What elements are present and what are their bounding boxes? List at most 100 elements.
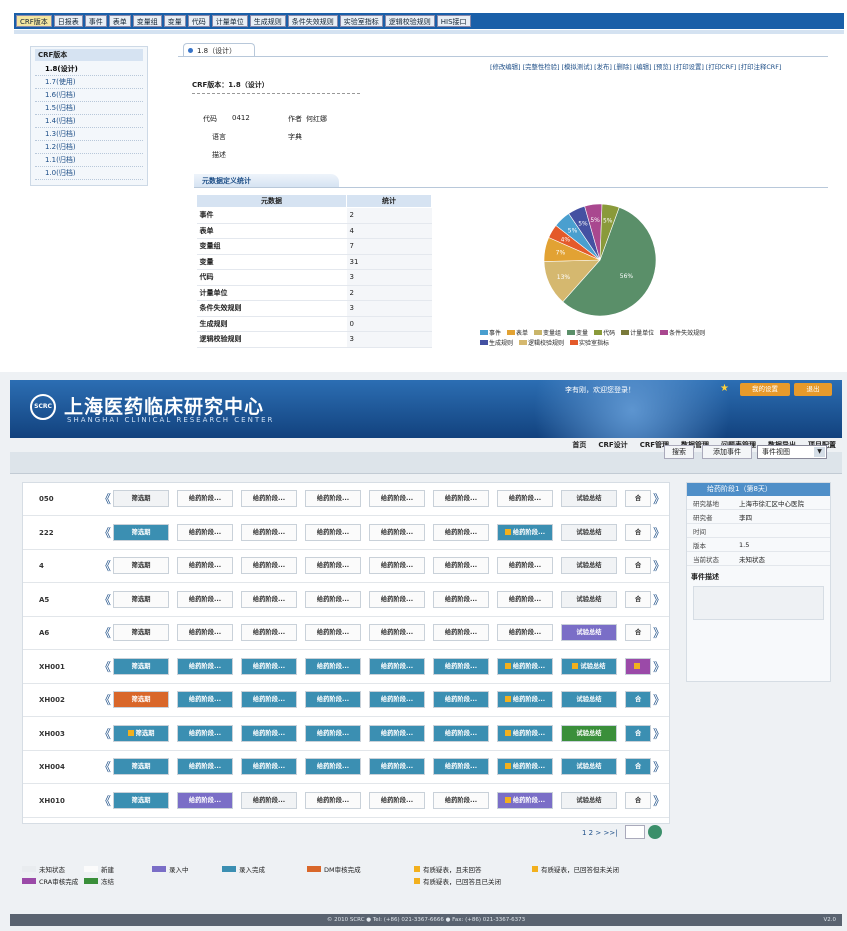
visit-cell[interactable]: 给药阶段... xyxy=(433,758,489,775)
visit-cell[interactable]: 试验总结 xyxy=(561,557,617,574)
tree-header[interactable]: CRF版本 xyxy=(35,49,143,61)
visit-cell[interactable]: 给药阶段... xyxy=(369,590,425,608)
visit-cell[interactable]: 给药阶段... xyxy=(305,758,361,775)
subject-id[interactable]: 222 xyxy=(39,529,54,537)
visit-cell[interactable]: 给药阶段... xyxy=(305,557,361,574)
visit-cell[interactable]: 给药阶段... xyxy=(497,590,553,608)
visit-cell[interactable]: 给药阶段... xyxy=(177,557,233,574)
subject-id[interactable]: A5 xyxy=(39,596,49,604)
subject-id[interactable]: XH004 xyxy=(39,763,65,771)
visit-cell[interactable]: 试验总结 xyxy=(561,590,617,608)
visit-cell[interactable]: 给药阶段... xyxy=(305,624,361,641)
visit-cell[interactable]: 合 xyxy=(625,691,651,708)
visit-cell[interactable]: 给药阶段... xyxy=(177,590,233,608)
chevron-down-icon[interactable]: ▼ xyxy=(814,447,825,457)
visit-cell[interactable]: 给药阶段... xyxy=(433,523,489,541)
visit-cell[interactable]: 给药阶段... xyxy=(497,791,553,809)
subject-id[interactable]: 050 xyxy=(39,495,54,503)
visit-cell[interactable]: 给药阶段... xyxy=(177,758,233,775)
tab-0[interactable]: CRF版本 xyxy=(16,15,52,27)
visit-cell[interactable]: 给药阶段... xyxy=(433,724,489,742)
tab-9[interactable]: 条件失效规则 xyxy=(287,15,338,27)
visit-cell[interactable]: 给药阶段... xyxy=(177,691,233,708)
visit-cell[interactable]: 筛选期 xyxy=(113,490,169,507)
visit-cell[interactable]: 合 xyxy=(625,758,651,775)
visit-cell[interactable]: 筛选期 xyxy=(113,791,169,809)
visit-cell[interactable]: 给药阶段... xyxy=(241,557,297,574)
visit-cell[interactable]: 给药阶段... xyxy=(305,590,361,608)
visit-cell[interactable]: 试验总结 xyxy=(561,758,617,775)
visit-cell[interactable]: 筛选期 xyxy=(113,758,169,775)
tree-item-version[interactable]: 1.5(归档) xyxy=(35,102,143,115)
tree-item-version[interactable]: 1.7(使用) xyxy=(35,76,143,89)
visit-cell[interactable]: 给药阶段... xyxy=(241,724,297,742)
tab-3[interactable]: 表单 xyxy=(108,15,131,27)
tab-11[interactable]: 逻辑校验规则 xyxy=(384,15,435,27)
visit-cell[interactable]: 给药阶段... xyxy=(369,791,425,809)
visit-cell[interactable]: 给药阶段... xyxy=(177,791,233,809)
tree-item-version[interactable]: 1.0(归档) xyxy=(35,167,143,180)
visit-cell[interactable]: 给药阶段... xyxy=(177,724,233,742)
visit-cell[interactable]: 给药阶段... xyxy=(177,624,233,641)
tree-item-version[interactable]: 1.6(归档) xyxy=(35,89,143,102)
visit-cell[interactable]: 给药阶段... xyxy=(177,490,233,507)
subject-id[interactable]: XH010 xyxy=(39,797,65,805)
visit-cell[interactable]: 合 xyxy=(625,557,651,574)
scroll-right-icon[interactable]: 》 xyxy=(653,792,665,809)
visit-cell[interactable]: 试验总结 xyxy=(561,624,617,641)
scroll-right-icon[interactable]: 》 xyxy=(653,658,665,675)
visit-cell[interactable]: 给药阶段... xyxy=(369,691,425,708)
visit-cell[interactable]: 给药阶段... xyxy=(305,657,361,675)
visit-cell[interactable]: 给药阶段... xyxy=(305,691,361,708)
visit-cell[interactable]: 合 xyxy=(625,523,651,541)
scroll-left-icon[interactable]: 《 xyxy=(99,691,111,708)
scroll-left-icon[interactable]: 《 xyxy=(99,557,111,574)
visit-cell[interactable]: 给药阶段... xyxy=(369,490,425,507)
scroll-right-icon[interactable]: 》 xyxy=(653,490,665,507)
visit-cell[interactable]: 合 xyxy=(625,724,651,742)
visit-cell[interactable]: 合 xyxy=(625,624,651,641)
visit-cell[interactable]: 给药阶段... xyxy=(177,523,233,541)
visit-cell[interactable]: 合 xyxy=(625,791,651,809)
scroll-right-icon[interactable]: 》 xyxy=(653,758,665,775)
visit-cell[interactable]: 给药阶段... xyxy=(497,624,553,641)
visit-cell[interactable]: 给药阶段... xyxy=(433,657,489,675)
scroll-left-icon[interactable]: 《 xyxy=(99,524,111,541)
visit-cell[interactable]: 给药阶段... xyxy=(241,490,297,507)
tree-item-version[interactable]: 1.8(设计) xyxy=(35,63,143,76)
view-select[interactable]: 事件视图 ▼ xyxy=(757,445,827,459)
tab-1[interactable]: 日报表 xyxy=(53,15,83,27)
subject-id[interactable]: XH003 xyxy=(39,730,65,738)
subject-id[interactable]: 4 xyxy=(39,562,44,570)
visit-cell[interactable]: 试验总结 xyxy=(561,791,617,809)
visit-cell[interactable]: 给药阶段... xyxy=(497,724,553,742)
star-icon[interactable]: ★ xyxy=(720,383,729,394)
visit-cell[interactable]: 给药阶段... xyxy=(497,523,553,541)
tab-4[interactable]: 变量组 xyxy=(132,15,162,27)
visit-cell[interactable]: 给药阶段... xyxy=(369,624,425,641)
tab-5[interactable]: 变量 xyxy=(163,15,186,27)
scroll-left-icon[interactable]: 《 xyxy=(99,792,111,809)
visit-cell[interactable]: 筛选期 xyxy=(113,557,169,574)
visit-cell[interactable]: 试验总结 xyxy=(561,724,617,742)
visit-cell[interactable]: 给药阶段... xyxy=(433,624,489,641)
scroll-left-icon[interactable]: 《 xyxy=(99,591,111,608)
visit-cell[interactable]: 试验总结 xyxy=(561,691,617,708)
visit-cell[interactable]: 给药阶段... xyxy=(433,590,489,608)
tree-item-version[interactable]: 1.3(归档) xyxy=(35,128,143,141)
visit-cell[interactable]: 筛选期 xyxy=(113,691,169,708)
pager[interactable]: 1 2 > >>| xyxy=(582,829,618,837)
add-event-button[interactable]: 添加事件 xyxy=(702,445,752,459)
visit-cell[interactable]: 合 xyxy=(625,590,651,608)
tab-12[interactable]: HIS接口 xyxy=(436,15,471,27)
subject-id[interactable]: XH002 xyxy=(39,696,65,704)
tab-8[interactable]: 生成规则 xyxy=(249,15,286,27)
visit-cell[interactable]: 给药阶段... xyxy=(177,657,233,675)
visit-cell[interactable]: 试验总结 xyxy=(561,490,617,507)
visit-cell[interactable]: 给药阶段... xyxy=(369,523,425,541)
scroll-right-icon[interactable]: 》 xyxy=(653,624,665,641)
visit-cell[interactable]: 给药阶段... xyxy=(433,691,489,708)
visit-cell[interactable]: 给药阶段... xyxy=(241,657,297,675)
visit-cell[interactable]: 给药阶段... xyxy=(433,557,489,574)
visit-cell[interactable]: 筛选期 xyxy=(113,523,169,541)
